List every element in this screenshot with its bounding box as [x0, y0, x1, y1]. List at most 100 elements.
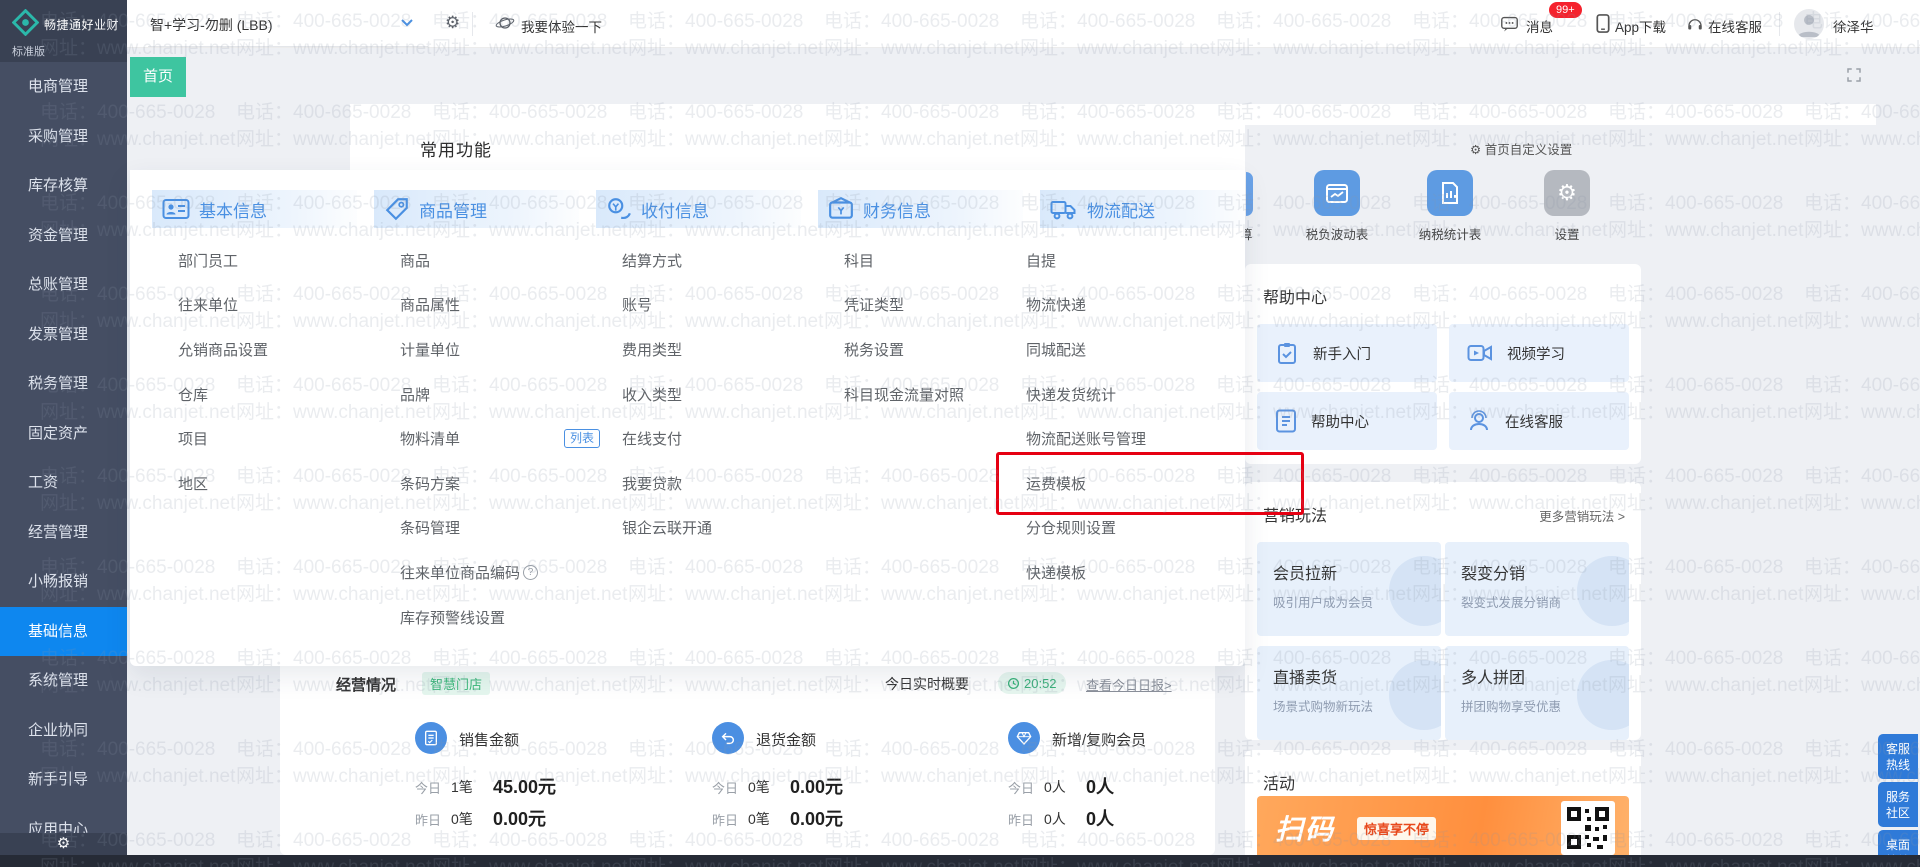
category-product-mgmt[interactable]: 商品管理 [374, 190, 579, 228]
home-customize-button[interactable]: ⚙ 首页自定义设置 [1470, 139, 1572, 158]
app-download-button[interactable]: App下载 [1615, 16, 1666, 36]
menu-column-payment: 结算方式 账号 费用类型 收入类型 在线支付 我要贷款 银企云联开通 [622, 238, 828, 550]
help-btn-online-service[interactable]: 在线客服 [1449, 392, 1629, 450]
menu-item[interactable]: 收入类型 [622, 372, 828, 417]
sidebar-item-fixed-assets[interactable]: 固定资产 [0, 409, 127, 459]
menu-item[interactable]: 商品 [400, 238, 606, 283]
marketing-item-member-acquisition[interactable]: 会员拉新 吸引用户成为会员 [1257, 542, 1441, 636]
menu-item[interactable]: 物流快递 [1026, 283, 1232, 328]
help-icon[interactable]: ? [523, 564, 539, 580]
menu-column-finance: 科目 凭证类型 税务设置 科目现金流量对照 [844, 238, 1050, 416]
member-diamond-icon [1008, 722, 1040, 754]
menu-item[interactable]: 我要贷款 [622, 461, 828, 506]
category-finance-info[interactable]: 财务信息 [818, 190, 1023, 228]
sidebar-item-payroll[interactable]: 工资 [0, 458, 127, 508]
sidebar-item-basic-info[interactable]: 基础信息 [0, 606, 127, 656]
menu-item[interactable]: 条码管理 [400, 506, 606, 551]
avatar[interactable] [1794, 9, 1824, 39]
floating-sidebar: 客服热线 服务社区 桌面快捷 [1878, 734, 1918, 867]
menu-item[interactable]: 结算方式 [622, 238, 828, 283]
messages-button[interactable]: 消息 [1526, 16, 1553, 36]
app-edition: 标准版 [12, 46, 45, 58]
sidebar-item-inventory-accounting[interactable]: 库存核算 [0, 161, 127, 211]
menu-item[interactable]: 科目 [844, 238, 1050, 283]
menu-item[interactable]: 仓库 [178, 372, 384, 417]
app-label: 税负波动表 [1305, 228, 1369, 242]
menu-item[interactable]: 科目现金流量对照 [844, 372, 1050, 417]
menu-item[interactable]: 税务设置 [844, 327, 1050, 372]
service-community-tab[interactable]: 服务 社区 [1878, 782, 1918, 827]
gear-icon[interactable]: ⚙ [445, 13, 460, 33]
app-title: 畅捷通好业财 [44, 18, 120, 32]
category-payment-info[interactable]: 收付信息 [596, 190, 801, 228]
online-service-button[interactable]: 在线客服 [1708, 16, 1762, 36]
list-badge[interactable]: 列表 [563, 429, 600, 449]
sidebar-item-expense[interactable]: 小畅报销 [0, 557, 127, 607]
menu-item[interactable]: 地区 [178, 461, 384, 506]
menu-item[interactable]: 计量单位 [400, 327, 606, 372]
menu-item[interactable]: 在线支付 [622, 416, 828, 461]
menu-item[interactable]: 项目 [178, 416, 384, 461]
menu-item[interactable]: 同城配送 [1026, 327, 1232, 372]
marketing-more-link[interactable]: 更多营销玩法 > [1539, 506, 1625, 525]
mobile-phone-icon[interactable] [1596, 14, 1610, 33]
category-basic-info[interactable]: 基本信息 [152, 190, 357, 228]
fullscreen-icon[interactable] [1845, 66, 1863, 84]
menu-item[interactable]: 库存预警线设置 [400, 595, 606, 640]
marketing-item-group-buying[interactable]: 多人拼团 拼团购物享受优惠 [1445, 646, 1629, 740]
metric-sales-amount: 销售金额 今日 1笔 45.00元 昨日 0笔 0.00元 [415, 658, 695, 855]
tax-fluctuation-icon[interactable] [1314, 170, 1360, 216]
menu-item[interactable]: 自提 [1026, 238, 1232, 283]
sidebar-item-invoice[interactable]: 发票管理 [0, 310, 127, 360]
wallet-icon [828, 196, 854, 222]
message-icon[interactable] [1500, 16, 1519, 33]
sidebar-item-funds[interactable]: 资金管理 [0, 211, 127, 261]
menu-item[interactable]: 往来单位 [178, 283, 384, 328]
planet-icon[interactable] [495, 14, 515, 32]
sidebar-item-tax[interactable]: 税务管理 [0, 359, 127, 409]
menu-item[interactable]: 账号 [622, 283, 828, 328]
partial-app-icon[interactable] [1246, 172, 1253, 216]
menu-item[interactable]: 商品属性 [400, 283, 606, 328]
topbar-divider [1779, 12, 1780, 36]
marketing-item-fission-distribution[interactable]: 裂变分销 裂变式发展分销商 [1445, 542, 1629, 636]
menu-item[interactable]: 物料清单 列表 [400, 416, 606, 461]
help-btn-video-learning[interactable]: 视频学习 [1449, 324, 1629, 382]
headset-icon[interactable] [1686, 15, 1704, 32]
tax-statistics-icon[interactable] [1427, 170, 1473, 216]
menu-item[interactable]: 允销商品设置 [178, 327, 384, 372]
menu-item[interactable]: 快递发货统计 [1026, 372, 1232, 417]
menu-column-logistics: 自提 物流快递 同城配送 快递发货统计 物流配送账号管理 运费模板 分仓规则设置… [996, 238, 1304, 595]
menu-item[interactable]: 部门员工 [178, 238, 384, 283]
menu-item[interactable]: 快递模板 [1026, 550, 1232, 595]
activity-banner[interactable]: 扫码 惊喜享不停 [1257, 796, 1629, 860]
settings-icon[interactable]: ⚙ [1544, 170, 1590, 216]
popup-title: 常用功能 [420, 141, 492, 160]
menu-item[interactable]: 往来单位商品编码? [400, 550, 606, 595]
help-btn-getting-started[interactable]: 新手入门 [1257, 324, 1437, 382]
payment-icon [606, 196, 632, 222]
help-btn-help-center[interactable]: 帮助中心 [1257, 392, 1437, 450]
username[interactable]: 徐泽华 [1833, 16, 1874, 36]
sidebar-gear-icon[interactable]: ⚙ [0, 833, 127, 855]
sidebar-item-system[interactable]: 系统管理 [0, 656, 127, 706]
sidebar-item-operations[interactable]: 经营管理 [0, 508, 127, 558]
sidebar-item-general-ledger[interactable]: 总账管理 [0, 260, 127, 310]
sidebar-item-purchase[interactable]: 采购管理 [0, 112, 127, 162]
headset-icon [1467, 409, 1491, 433]
experience-button[interactable]: 我要体验一下 [521, 16, 602, 36]
menu-item-shipping-template-highlighted[interactable]: 运费模板 [996, 452, 1304, 515]
menu-item[interactable]: 凭证类型 [844, 283, 1050, 328]
sidebar-item-beginner-guide[interactable]: 新手引导 [0, 755, 127, 805]
company-tab[interactable]: 智+学习-勿删 (LBB) [150, 15, 273, 35]
service-hotline-tab[interactable]: 客服 热线 [1878, 734, 1918, 779]
sidebar-item-e-commerce[interactable]: 电商管理 [0, 62, 127, 112]
menu-item[interactable]: 品牌 [400, 372, 606, 417]
menu-item[interactable]: 条码方案 [400, 461, 606, 506]
category-logistics[interactable]: 物流配送 [1040, 190, 1245, 228]
menu-item[interactable]: 银企云联开通 [622, 506, 828, 551]
sidebar-item-collaboration[interactable]: 企业协同 [0, 706, 127, 756]
chevron-down-icon[interactable] [400, 18, 414, 28]
tab-home[interactable]: 首页 [130, 57, 186, 97]
menu-item[interactable]: 费用类型 [622, 327, 828, 372]
